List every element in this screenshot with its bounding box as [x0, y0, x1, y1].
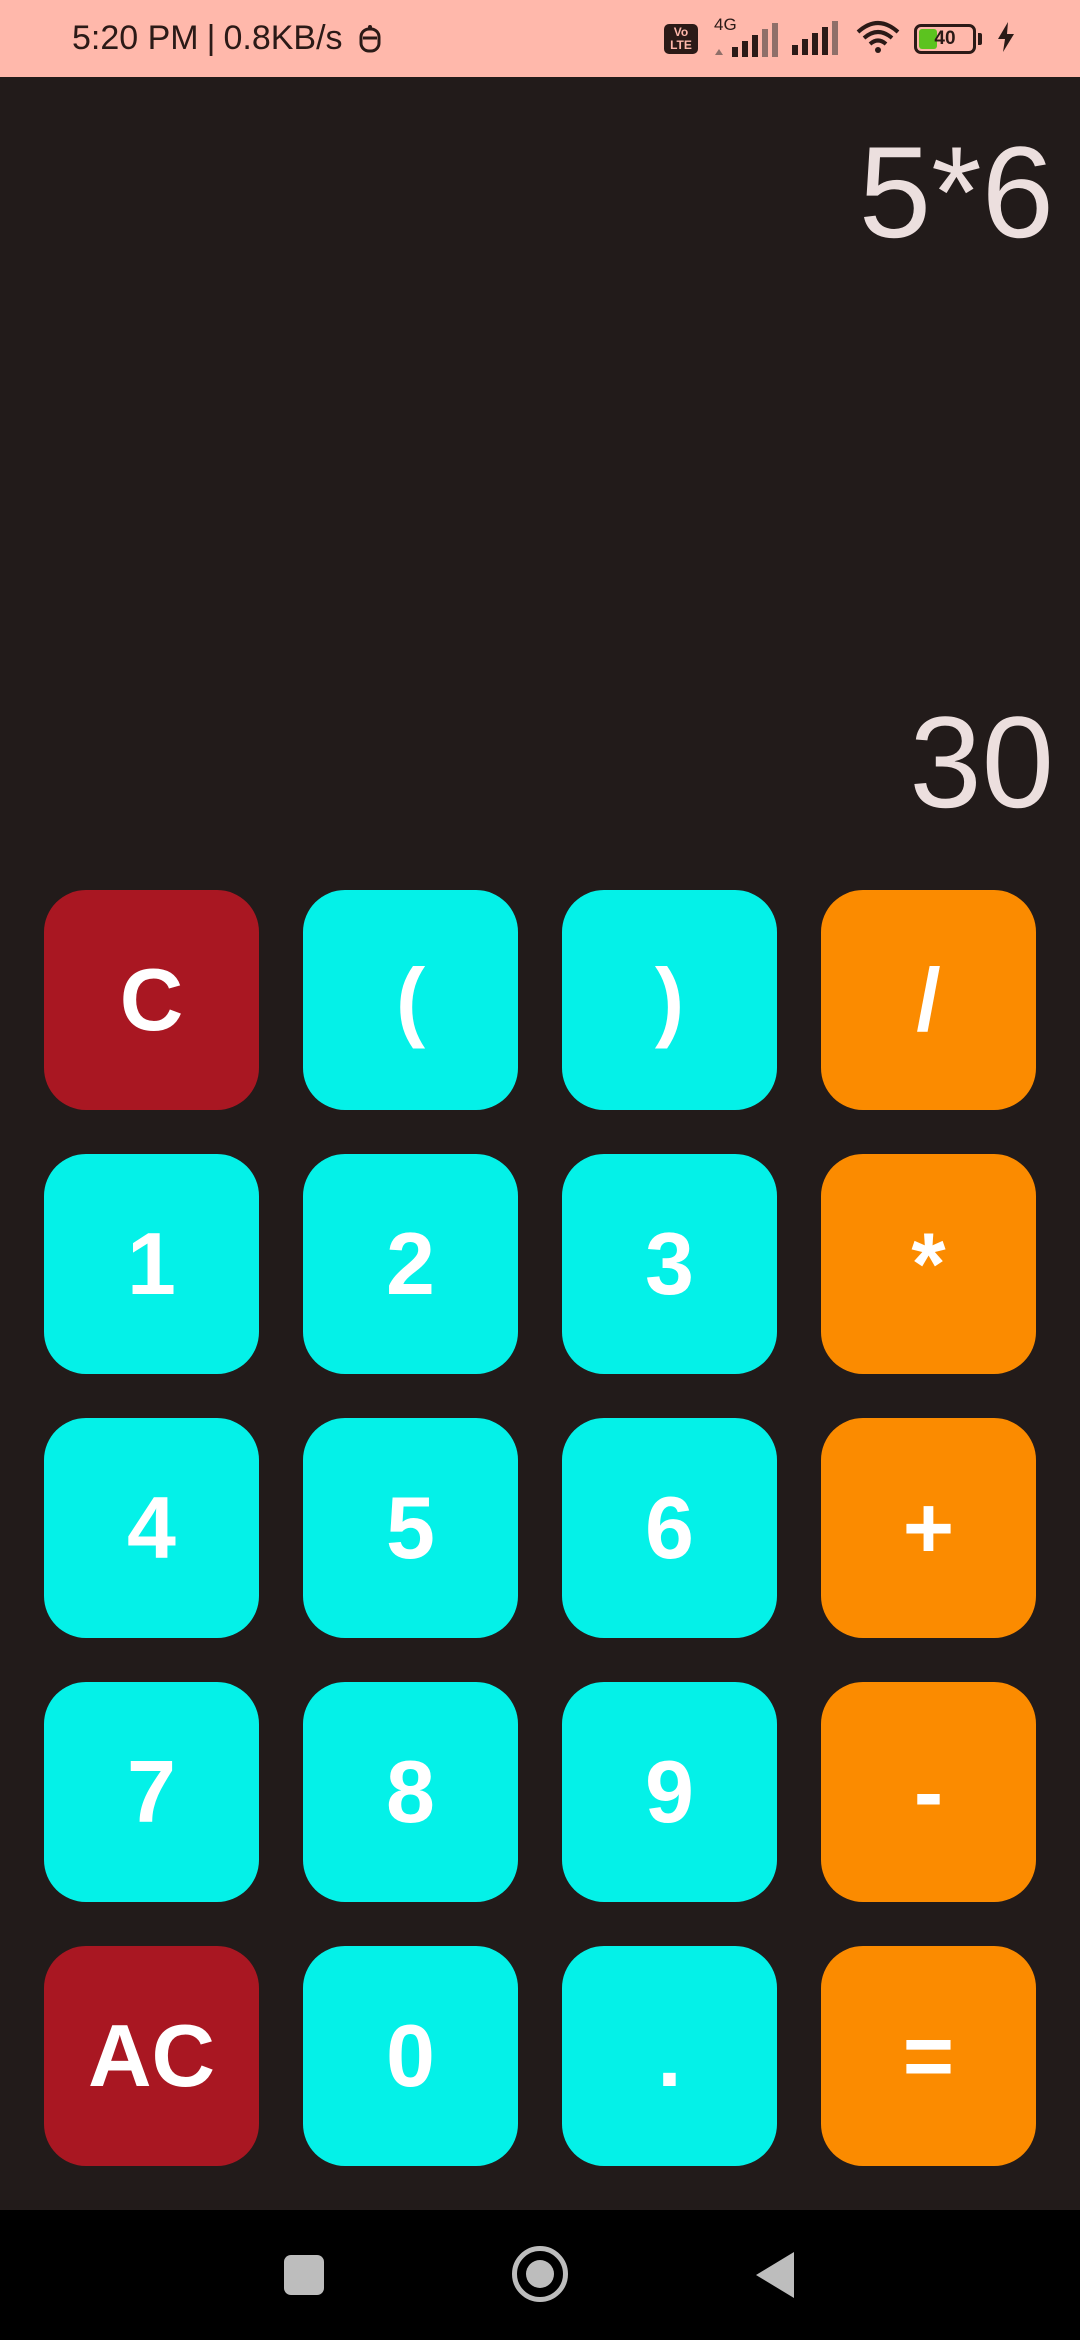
home-icon-dot [526, 2260, 554, 2288]
result-display: 30 [909, 689, 1054, 835]
digit-9-button[interactable]: 9 [562, 1682, 777, 1902]
volte-bottom-text: LTE [670, 37, 692, 52]
notification-icon [357, 23, 383, 55]
all-clear-button[interactable]: AC [44, 1946, 259, 2166]
wifi-icon [856, 20, 900, 58]
status-separator: | [206, 19, 216, 57]
digit-6-button[interactable]: 6 [562, 1418, 777, 1638]
digit-5-button[interactable]: 5 [303, 1418, 518, 1638]
equals-button[interactable]: = [821, 1946, 1036, 2166]
status-right: Vo LTE 4G 40 [664, 0, 1016, 77]
recents-icon[interactable] [284, 2255, 324, 2295]
digit-1-button[interactable]: 1 [44, 1154, 259, 1374]
expression-display: 5*6 [858, 119, 1054, 265]
signal-icon [792, 19, 842, 59]
battery-icon: 40 [914, 23, 976, 54]
digit-2-button[interactable]: 2 [303, 1154, 518, 1374]
home-icon[interactable] [512, 2246, 568, 2302]
digit-0-button[interactable]: 0 [303, 1946, 518, 2166]
battery-cap [978, 32, 982, 45]
keypad: C ( ) / 1 2 3 * 4 5 6 + 7 8 9 - AC 0 . = [44, 890, 1036, 2166]
clear-button[interactable]: C [44, 890, 259, 1110]
charging-icon [996, 21, 1016, 56]
divide-button[interactable]: / [821, 890, 1036, 1110]
battery-level: 40 [934, 27, 956, 49]
signal-4g-icon: 4G [712, 15, 778, 59]
close-paren-button[interactable]: ) [562, 890, 777, 1110]
digit-4-button[interactable]: 4 [44, 1418, 259, 1638]
multiply-button[interactable]: * [821, 1154, 1036, 1374]
navigation-bar [0, 2210, 1080, 2340]
plus-button[interactable]: + [821, 1418, 1036, 1638]
decimal-point-button[interactable]: . [562, 1946, 777, 2166]
calculator-display: 5*6 30 [0, 77, 1080, 877]
minus-button[interactable]: - [821, 1682, 1036, 1902]
digit-3-button[interactable]: 3 [562, 1154, 777, 1374]
digit-8-button[interactable]: 8 [303, 1682, 518, 1902]
digit-7-button[interactable]: 7 [44, 1682, 259, 1902]
status-time: 5:20 PM [72, 19, 199, 57]
volte-top-text: Vo [673, 24, 689, 39]
volte-icon: Vo LTE [664, 23, 698, 54]
status-left: 5:20 PM | 0.8KB/s [72, 0, 383, 77]
open-paren-button[interactable]: ( [303, 890, 518, 1110]
status-bar: 5:20 PM | 0.8KB/s Vo LTE 4G 40 [0, 0, 1080, 77]
network-speed: 0.8KB/s [223, 19, 343, 57]
back-icon[interactable] [756, 2252, 794, 2298]
